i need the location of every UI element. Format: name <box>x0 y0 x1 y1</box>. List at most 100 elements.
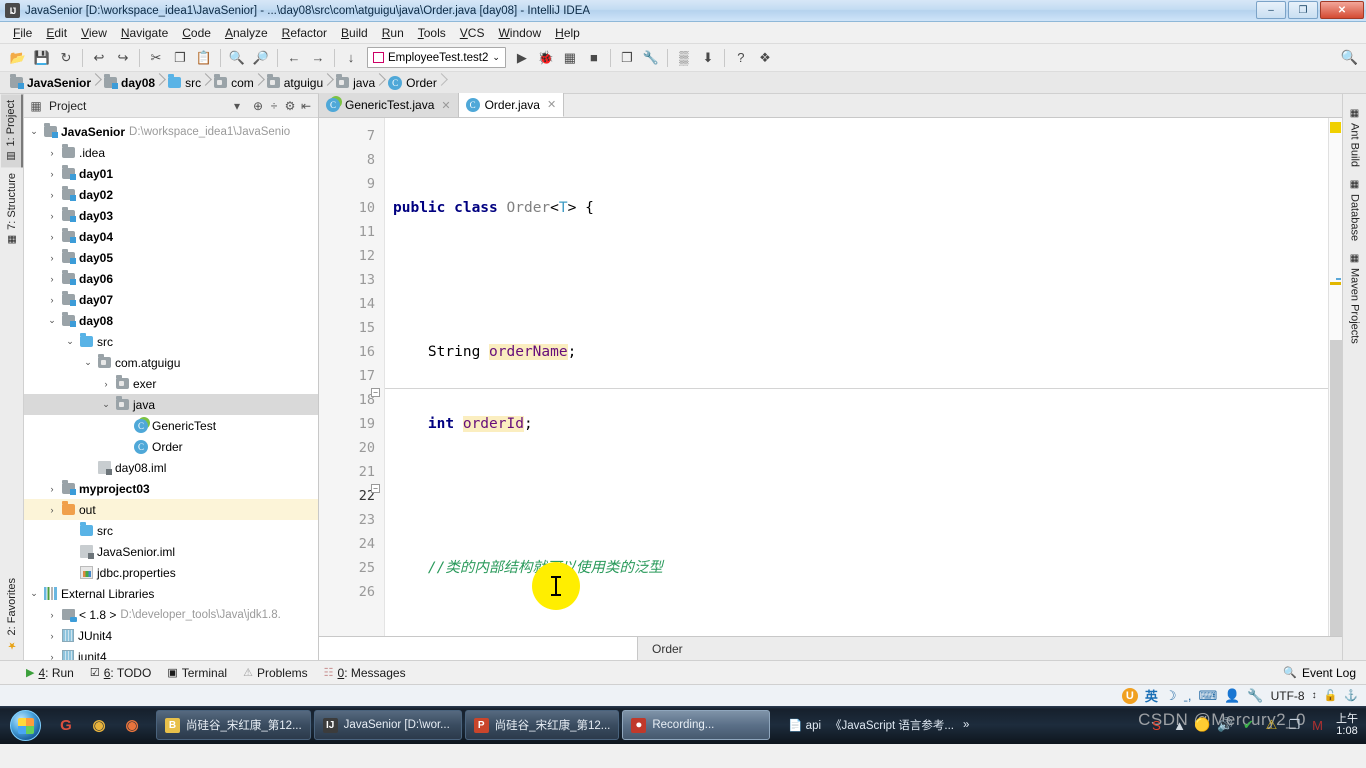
expand-arrow-icon[interactable]: ⌄ <box>64 336 76 347</box>
maximize-button[interactable]: ❐ <box>1288 1 1318 19</box>
menu-item-file[interactable]: File <box>6 24 39 42</box>
firefox-icon[interactable]: ◉ <box>122 715 142 735</box>
tree-row-java[interactable]: ⌄ java <box>24 394 318 415</box>
menu-item-navigate[interactable]: Navigate <box>114 24 175 42</box>
tree-row-out[interactable]: › out <box>24 499 318 520</box>
tool-window-structure[interactable]: ▦ 7: Structure <box>2 167 22 251</box>
tool-window-favorites[interactable]: ★ 2: Favorites <box>2 572 22 656</box>
settings-gear-icon[interactable]: ⚙ <box>282 98 298 114</box>
menu-item-vcs[interactable]: VCS <box>453 24 492 42</box>
code-text[interactable]: public class Order<T> { String orderName… <box>385 118 1328 636</box>
debug-button[interactable]: 🐞 <box>534 47 558 69</box>
tree-row-18[interactable]: › < 1.8 > D:\developer_tools\Java\jdk1.8. <box>24 604 318 625</box>
tree-row-day08[interactable]: ⌄ day08 <box>24 310 318 331</box>
breadcrumb-item-Order[interactable]: C Order <box>384 72 446 94</box>
expand-arrow-icon[interactable]: › <box>46 631 58 641</box>
ime-icon-3[interactable]: 👤 <box>1224 688 1240 704</box>
app-g-icon[interactable]: G <box>56 715 76 735</box>
breadcrumb-item-src[interactable]: src <box>164 72 210 94</box>
breadcrumb-item-atguigu[interactable]: atguigu <box>263 72 332 94</box>
tree-row-day01[interactable]: › day01 <box>24 163 318 184</box>
paste-button[interactable]: 📋 <box>192 47 216 69</box>
ime-icon-1[interactable]: ˍ, <box>1184 688 1192 704</box>
media-icon[interactable]: M <box>1309 717 1326 734</box>
tree-row-src[interactable]: src <box>24 520 318 541</box>
tree-row-exer[interactable]: › exer <box>24 373 318 394</box>
expand-arrow-icon[interactable]: ⌄ <box>28 588 40 599</box>
taskbar-button[interactable]: P 尚硅谷_宋红康_第12... <box>464 710 620 740</box>
taskbar-button[interactable]: ⏺ Recording... <box>622 710 771 740</box>
tree-row-day04[interactable]: › day04 <box>24 226 318 247</box>
chevron-down-icon[interactable]: ▾ <box>229 98 245 114</box>
save-all-button[interactable]: 💾 <box>30 47 54 69</box>
editor-tab-GenericTest[interactable]: C GenericTest.java ✕ <box>319 93 459 117</box>
run-coverage-button[interactable]: ▦ <box>558 47 582 69</box>
expand-arrow-icon[interactable]: › <box>46 253 58 263</box>
replace-button[interactable]: 🔎 <box>249 47 273 69</box>
menu-item-run[interactable]: Run <box>375 24 411 42</box>
ime-icon-2[interactable]: ⌨ <box>1198 688 1217 704</box>
copy-icon[interactable]: ❐ <box>1286 717 1303 734</box>
expand-arrow-icon[interactable]: ⌄ <box>46 315 58 326</box>
encoding-label[interactable]: UTF-8 <box>1271 689 1305 703</box>
expand-arrow-icon[interactable]: › <box>46 211 58 221</box>
menu-item-view[interactable]: View <box>74 24 114 42</box>
tree-row-JUnit4[interactable]: › JUnit4 <box>24 625 318 646</box>
fold-close-icon[interactable]: − <box>371 484 380 493</box>
search-everywhere-icon[interactable]: 🔍 <box>1341 49 1358 66</box>
cut-button[interactable]: ✂ <box>144 47 168 69</box>
sdk-manager-button[interactable]: ⬇ <box>696 47 720 69</box>
redo-button[interactable]: ↪ <box>111 47 135 69</box>
tool-window-ant-build[interactable]: ▦ Ant Build <box>1345 102 1365 173</box>
expand-arrow-icon[interactable]: › <box>46 295 58 305</box>
close-icon[interactable]: ✕ <box>547 98 556 111</box>
run-button[interactable]: ▶ <box>510 47 534 69</box>
status-item-run[interactable]: ▶ 4: Run <box>26 666 74 680</box>
sync-button[interactable]: ↻ <box>54 47 78 69</box>
expand-arrow-icon[interactable]: ⌄ <box>82 357 94 368</box>
expand-arrow-icon[interactable]: › <box>46 652 58 661</box>
expand-arrow-icon[interactable]: › <box>46 274 58 284</box>
tree-row-myproject03[interactable]: › myproject03 <box>24 478 318 499</box>
update-app-button[interactable]: ❐ <box>615 47 639 69</box>
show-hidden-icon[interactable]: ▲ <box>1171 717 1188 734</box>
volume-icon[interactable]: 🔊 <box>1217 717 1234 734</box>
forward-button[interactable]: → <box>306 47 330 69</box>
expand-arrow-icon[interactable]: › <box>46 232 58 242</box>
ime-logo-icon[interactable]: U <box>1121 687 1138 704</box>
close-button[interactable]: ✕ <box>1320 1 1364 19</box>
tree-row-day08iml[interactable]: day08.iml <box>24 457 318 478</box>
security-icon[interactable]: ✔ <box>1240 717 1257 734</box>
menu-item-window[interactable]: Window <box>491 24 548 42</box>
sogou-icon[interactable]: S <box>1148 717 1165 734</box>
minimize-button[interactable]: – <box>1256 1 1286 19</box>
taskbar-extra-item[interactable]: » <box>963 719 969 731</box>
taskbar-button[interactable]: IJ JavaSenior [D:\wor... <box>313 710 462 740</box>
expand-arrow-icon[interactable]: › <box>46 505 58 515</box>
breadcrumb-item-JavaSenior[interactable]: JavaSenior <box>6 72 100 94</box>
tree-row-src[interactable]: ⌄ src <box>24 331 318 352</box>
event-log-button[interactable]: 🔍 Event Log <box>1283 666 1356 680</box>
expand-arrow-icon[interactable]: › <box>46 148 58 158</box>
run-configuration-selector[interactable]: EmployeeTest.test2 ⌄ <box>367 47 506 68</box>
tree-row-day05[interactable]: › day05 <box>24 247 318 268</box>
ime-mode-label[interactable]: 英 <box>1145 686 1158 705</box>
find-button[interactable]: 🔍 <box>225 47 249 69</box>
tree-row-day06[interactable]: › day06 <box>24 268 318 289</box>
tree-row-ExternalLibraries[interactable]: ⌄ External Libraries <box>24 583 318 604</box>
taskbar-button[interactable]: B 尚硅谷_宋红康_第12... <box>156 710 311 740</box>
tree-row-day07[interactable]: › day07 <box>24 289 318 310</box>
settings-button[interactable]: 🔧 <box>639 47 663 69</box>
tool-window-project[interactable]: ▤ 1: Project <box>0 94 23 168</box>
tree-row-junit4[interactable]: › junit4 <box>24 646 318 660</box>
editor-breadcrumb-label[interactable]: Order <box>638 642 683 656</box>
status-item-messages[interactable]: ☷ 0: Messages <box>324 666 406 680</box>
tree-row-jdbcproperties[interactable]: jdbc.properties <box>24 562 318 583</box>
tree-row-GenericTest[interactable]: C GenericTest <box>24 415 318 436</box>
scroll-from-source-icon[interactable]: ⊕ <box>250 98 266 114</box>
start-button[interactable] <box>2 708 48 742</box>
tree-row-JavaSenioriml[interactable]: JavaSenior.iml <box>24 541 318 562</box>
status-item-terminal[interactable]: ▣ Terminal <box>167 666 227 680</box>
menu-item-build[interactable]: Build <box>334 24 375 42</box>
hide-panel-icon[interactable]: ⇤ <box>298 98 314 114</box>
